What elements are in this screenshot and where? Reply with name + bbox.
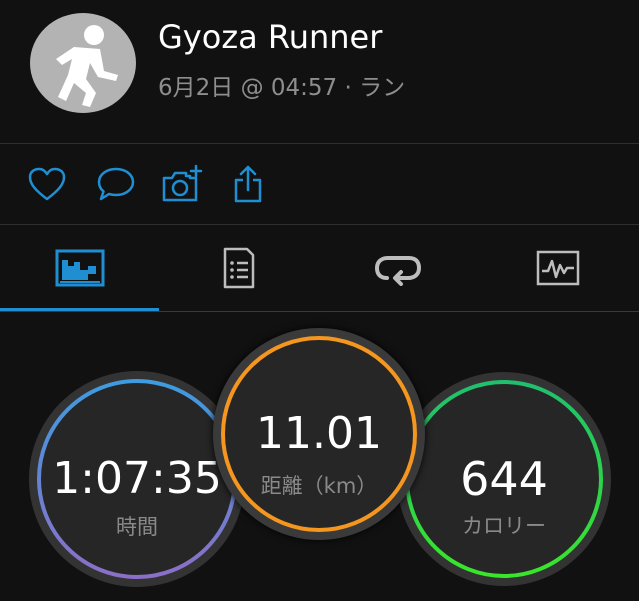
- distance-value: 11.01: [256, 408, 382, 459]
- divider: [0, 311, 639, 312]
- calories-metric: 644 カロリー: [397, 372, 611, 586]
- tab-laps[interactable]: [318, 225, 477, 311]
- heart-icon: [28, 167, 66, 201]
- comment-button[interactable]: [94, 162, 138, 206]
- heart-rate-chart-icon: [536, 250, 579, 286]
- tab-summary[interactable]: [0, 225, 159, 311]
- comment-icon: [97, 167, 135, 201]
- distance-metric: 11.01 距離（km）: [213, 328, 425, 540]
- like-button[interactable]: [25, 162, 69, 206]
- share-button[interactable]: [226, 162, 270, 206]
- user-name[interactable]: Gyoza Runner: [158, 18, 382, 56]
- distance-label: 距離（km）: [260, 474, 378, 498]
- calories-value: 644: [460, 452, 548, 506]
- add-photo-icon: [162, 164, 203, 202]
- action-bar: [0, 144, 639, 224]
- share-icon: [234, 165, 262, 203]
- activity-date-type: 6月2日 @ 04:57 · ラン: [158, 75, 406, 101]
- runner-avatar-icon: [56, 25, 118, 107]
- summary-chart-icon: [55, 249, 104, 287]
- laps-icon: [374, 256, 421, 286]
- tab-details[interactable]: [159, 225, 318, 311]
- details-list-icon: [223, 247, 254, 289]
- calories-label: カロリー: [462, 514, 546, 538]
- tab-heart-rate[interactable]: [478, 225, 637, 311]
- tab-bar: [0, 225, 639, 313]
- activity-header: Gyoza Runner 6月2日 @ 04:57 · ラン: [0, 0, 639, 143]
- avatar[interactable]: [30, 13, 136, 113]
- add-photo-button[interactable]: [160, 162, 204, 206]
